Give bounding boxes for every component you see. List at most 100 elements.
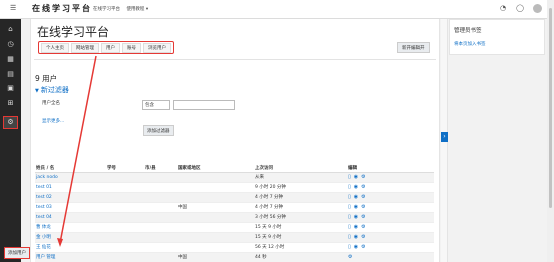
settings-icon[interactable]: ⚙ — [361, 183, 365, 192]
delete-icon[interactable]: ▯ — [348, 223, 351, 232]
fullname-filter-label: 用户全名 — [42, 101, 60, 106]
hamburger-menu-icon[interactable]: ☰ — [10, 4, 16, 12]
eye-icon[interactable]: ◉ — [354, 193, 358, 202]
col-city[interactable]: 市/县 — [145, 164, 156, 173]
content-icon[interactable]: ⊞ — [4, 98, 17, 109]
top-nav-home[interactable]: 在线学习平台 — [93, 7, 120, 12]
settings-icon[interactable]: ⚙ — [361, 173, 365, 182]
eye-icon[interactable]: ◉ — [354, 243, 358, 252]
row-actions: ▯ ◉ ⚙ — [348, 173, 366, 182]
top-navbar: ☰ 在线学习平台 在线学习平台 使用教程 ▾ ◔ ◯ — [0, 0, 554, 19]
show-more-link[interactable]: 显示更多... — [42, 118, 64, 124]
user-name-link[interactable]: jack nodo — [36, 173, 58, 182]
site-admin-gear-icon[interactable]: ⚙ — [3, 116, 18, 129]
tab-accounts[interactable]: 账号 — [122, 42, 141, 53]
table-row: 金 小明 15 天 9 小时 ▯ ◉ ⚙ — [35, 233, 434, 243]
delete-icon[interactable]: ▯ — [348, 233, 351, 242]
eye-icon[interactable]: ◉ — [354, 183, 358, 192]
delete-icon[interactable]: ▯ — [348, 203, 351, 212]
table-row: jack nodo 从来 ▯ ◉ ⚙ — [35, 173, 434, 183]
add-user-button[interactable]: 添加用户 — [4, 247, 30, 259]
new-filter-label: 新过滤器 — [40, 86, 69, 94]
block-title: 管理员书签 — [454, 28, 482, 34]
admin-bookmarks-block: 管理员书签 将本页加入书签 — [449, 19, 545, 55]
delete-icon[interactable]: ▯ — [348, 213, 351, 222]
eye-icon[interactable]: ◉ — [354, 233, 358, 242]
collapse-drawer-icon[interactable]: › — [441, 132, 448, 142]
notifications-bell-icon[interactable]: ◔ — [499, 4, 507, 12]
table-row: 用户 管理 中国 44 秒 ⚙ — [35, 253, 434, 262]
main-content: 在线学习平台 个人主页 网站管理 用户 账号 浏览用户 新开编辑开 9 用户 ▼… — [30, 19, 440, 262]
delete-icon[interactable]: ▯ — [348, 243, 351, 252]
user-last-access: 9 小时 20 分钟 — [255, 185, 286, 190]
row-actions: ▯ ◉ ⚙ — [348, 193, 366, 202]
tab-browse-users[interactable]: 浏览用户 — [143, 42, 171, 53]
course-icon[interactable]: ▣ — [4, 83, 17, 94]
brand-title[interactable]: 在线学习平台 — [32, 3, 92, 14]
settings-icon[interactable]: ⚙ — [361, 233, 365, 242]
user-name-link[interactable]: test 02 — [36, 193, 52, 202]
settings-icon[interactable]: ⚙ — [361, 193, 365, 202]
dashboard-icon[interactable]: ◷ — [4, 39, 17, 50]
files-icon[interactable]: ▤ — [4, 69, 17, 80]
settings-icon[interactable]: ⚙ — [348, 253, 352, 262]
tab-site-admin[interactable]: 网站管理 — [71, 42, 99, 53]
eye-icon[interactable]: ◉ — [354, 223, 358, 232]
user-name-link[interactable]: test 04 — [36, 213, 52, 222]
edit-blocks-button[interactable]: 新开编辑开 — [397, 42, 430, 53]
tab-users[interactable]: 用户 — [101, 42, 120, 53]
table-row: test 04 3 小时 56 分钟 ▯ ◉ ⚙ — [35, 213, 434, 223]
user-name-link[interactable]: 用户 管理 — [36, 253, 55, 262]
messages-icon[interactable]: ◯ — [516, 4, 524, 12]
user-avatar[interactable] — [533, 4, 542, 13]
row-actions: ▯ ◉ ⚙ — [348, 233, 366, 242]
delete-icon[interactable]: ▯ — [348, 193, 351, 202]
table-row: test 02 4 小时 7 分钟 ▯ ◉ ⚙ — [35, 193, 434, 203]
row-actions: ▯ ◉ ⚙ — [348, 223, 366, 232]
col-last-access[interactable]: 上次访问 — [255, 164, 273, 173]
user-name-link[interactable]: 曹 体龙 — [36, 223, 51, 232]
scrollbar-thumb[interactable] — [549, 8, 552, 208]
table-header-row: 姓氏 / 名 学号 市/县 国家或地区 上次访问 编辑 — [35, 164, 434, 173]
users-count-title: 9 用户 — [35, 74, 58, 83]
calendar-icon[interactable]: ▦ — [4, 54, 17, 65]
user-name-link[interactable]: test 01 — [36, 183, 52, 192]
delete-icon[interactable]: ▯ — [348, 173, 351, 182]
user-last-access: 3 小时 56 分钟 — [255, 215, 286, 220]
col-idnumber[interactable]: 学号 — [107, 164, 116, 173]
delete-icon[interactable]: ▯ — [348, 183, 351, 192]
settings-icon[interactable]: ⚙ — [361, 223, 365, 232]
home-icon[interactable]: ⌂ — [4, 24, 17, 35]
row-actions: ▯ ◉ ⚙ — [348, 213, 366, 222]
row-actions: ▯ ◉ ⚙ — [348, 183, 366, 192]
users-table: 姓氏 / 名 学号 市/县 国家或地区 上次访问 编辑 jack nodo 从来 ▯… — [35, 164, 434, 262]
col-edit: 编辑 — [348, 166, 357, 171]
new-filter-heading[interactable]: ▼ 新过滤器 — [35, 85, 69, 95]
settings-icon[interactable]: ⚙ — [361, 213, 365, 222]
user-name-link[interactable]: 金 小明 — [36, 233, 51, 242]
user-last-access: 56 天 12 小时 — [255, 245, 285, 250]
filter-value-input[interactable] — [173, 100, 235, 110]
row-actions: ▯ ◉ ⚙ — [348, 203, 366, 212]
bookmark-page-link[interactable]: 将本页加入书签 — [454, 41, 486, 47]
user-last-access: 从来 — [255, 175, 264, 180]
left-nav-drawer: ⌂ ◷ ▦ ▤ ▣ ⊞ ⚙ — [0, 19, 21, 262]
tab-home[interactable]: 个人主页 — [41, 42, 69, 53]
table-body: jack nodo 从来 ▯ ◉ ⚙ test 01 9 小时 20 分钟 ▯ ◉ ⚙ test 0… — [35, 173, 434, 262]
chevron-down-icon: ▼ — [35, 88, 39, 94]
user-name-link[interactable]: test 03 — [36, 203, 52, 212]
user-name-link[interactable]: 王 仙花 — [36, 243, 51, 252]
col-name[interactable]: 姓氏 / 名 — [36, 164, 54, 173]
top-nav-tutorial[interactable]: 使用教程 ▾ — [126, 7, 148, 12]
settings-icon[interactable]: ⚙ — [361, 243, 365, 252]
user-country: 中国 — [178, 205, 187, 210]
eye-icon[interactable]: ◉ — [354, 173, 358, 182]
row-actions: ⚙ — [348, 253, 352, 262]
eye-icon[interactable]: ◉ — [354, 203, 358, 212]
col-country[interactable]: 国家或地区 — [178, 164, 201, 173]
add-filter-button[interactable]: 添加过滤器 — [143, 125, 174, 136]
divider — [34, 59, 436, 60]
settings-icon[interactable]: ⚙ — [361, 203, 365, 212]
filter-operator-select[interactable]: 包含 — [142, 100, 170, 110]
eye-icon[interactable]: ◉ — [354, 213, 358, 222]
